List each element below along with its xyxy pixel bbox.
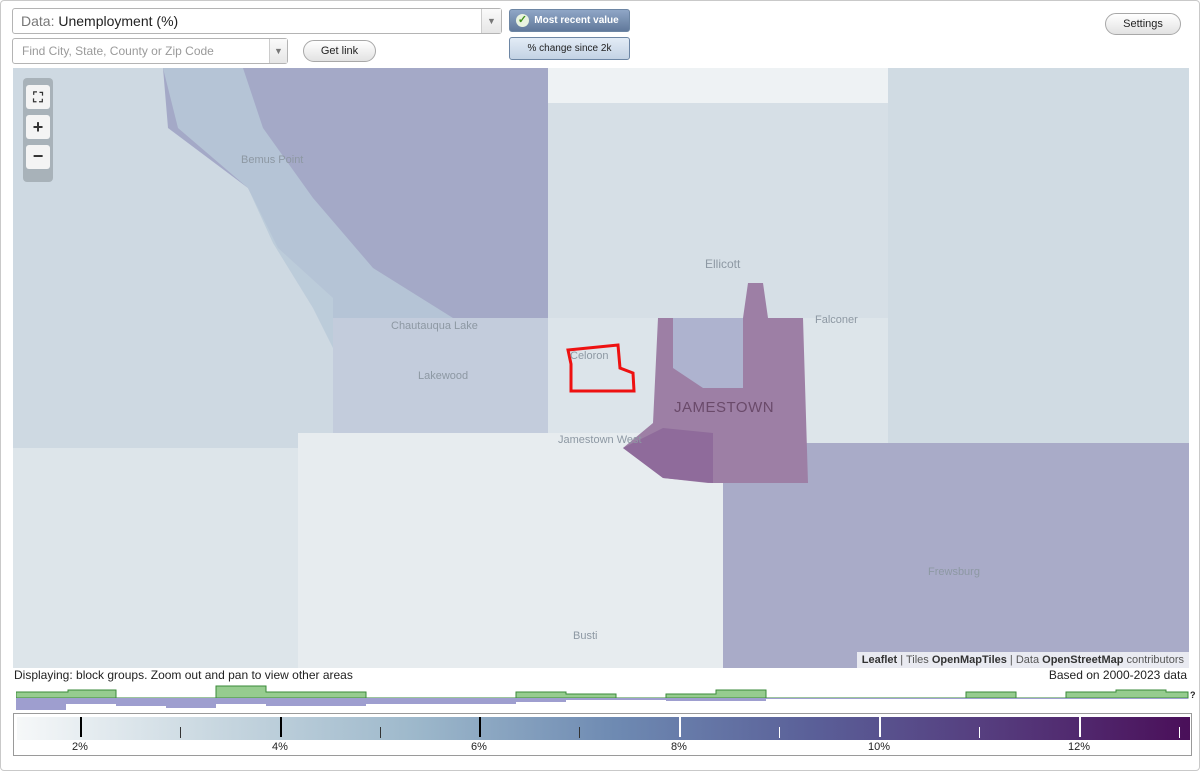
map-canvas[interactable] xyxy=(13,68,1189,668)
place-label: Lakewood xyxy=(418,370,469,382)
legend-label: 8% xyxy=(671,741,687,753)
chevron-down-icon[interactable]: ▼ xyxy=(269,39,287,63)
region-northeast-strip[interactable] xyxy=(548,68,888,103)
most-recent-value-button[interactable]: ✓ Most recent value xyxy=(509,9,630,32)
chevron-down-icon[interactable]: ▼ xyxy=(481,9,501,33)
place-label: Ellicott xyxy=(705,257,741,271)
unknown-marker: ? xyxy=(1190,690,1196,700)
legend-label: 4% xyxy=(272,741,288,753)
get-link-button[interactable]: Get link xyxy=(303,40,376,62)
place-label: Busti xyxy=(573,630,598,642)
data-select-label: Data: xyxy=(21,13,55,29)
region-celoron[interactable] xyxy=(548,318,658,433)
legend-tick xyxy=(479,717,481,737)
place-label: Celoron xyxy=(570,350,609,362)
change-since-2k-button[interactable]: % change since 2k xyxy=(509,37,630,60)
place-label: Bemus Point xyxy=(241,154,304,166)
legend-tick xyxy=(280,717,282,737)
data-range-status: Based on 2000-2023 data xyxy=(1048,668,1187,682)
legend-tick-minor xyxy=(1179,727,1180,738)
region-east[interactable] xyxy=(888,68,1189,443)
zoom-in-button[interactable]: + xyxy=(26,115,50,139)
fullscreen-button[interactable]: ⛶ xyxy=(26,85,50,109)
color-legend: 2% 4% 6% 8% 10% 12% xyxy=(13,713,1192,756)
place-label: Frewsburg xyxy=(928,566,980,578)
place-label: Falconer xyxy=(815,314,858,326)
map-view[interactable]: ⛶ + − Ellicott Falconer Celoron Lakewood… xyxy=(13,68,1189,668)
legend-tick xyxy=(80,717,82,737)
distribution-histogram xyxy=(16,685,1189,710)
legend-tick-minor xyxy=(380,727,381,738)
map-attribution: Leaflet | Tiles OpenMapTiles | Data Open… xyxy=(856,652,1189,668)
openmaptiles-link[interactable]: OpenMapTiles xyxy=(932,654,1007,666)
legend-tick-minor xyxy=(579,727,580,738)
histogram-local-bars xyxy=(16,698,1188,710)
app-frame: Data: Unemployment (%) ▼ Find City, Stat… xyxy=(0,0,1200,771)
search-placeholder: Find City, State, County or Zip Code xyxy=(22,44,214,58)
displaying-status: Displaying: block groups. Zoom out and p… xyxy=(14,668,353,682)
legend-label: 2% xyxy=(72,741,88,753)
location-search-input[interactable]: Find City, State, County or Zip Code ▼ xyxy=(12,38,288,64)
legend-gradient xyxy=(17,717,1190,740)
leaflet-link[interactable]: Leaflet xyxy=(862,654,897,666)
legend-label: 12% xyxy=(1067,741,1091,753)
place-label: Chautauqua Lake xyxy=(391,320,478,332)
zoom-controls: ⛶ + − xyxy=(23,78,53,182)
legend-label: 10% xyxy=(867,741,891,753)
legend-tick xyxy=(1079,717,1081,737)
legend-tick xyxy=(679,717,681,737)
histogram-region-bars xyxy=(16,685,1189,699)
legend-label: 6% xyxy=(471,741,487,753)
settings-button[interactable]: Settings xyxy=(1105,13,1181,35)
check-icon: ✓ xyxy=(516,14,529,27)
place-label: Jamestown West xyxy=(558,434,642,446)
most-recent-label: Most recent value xyxy=(534,15,619,26)
legend-tick-minor xyxy=(180,727,181,738)
zoom-out-button[interactable]: − xyxy=(26,145,50,169)
openstreetmap-link[interactable]: OpenStreetMap xyxy=(1042,654,1123,666)
region-northeast[interactable] xyxy=(548,68,888,318)
legend-tick-minor xyxy=(779,727,780,738)
data-select-value: Unemployment (%) xyxy=(58,13,179,29)
data-select[interactable]: Data: Unemployment (%) ▼ xyxy=(12,8,502,34)
legend-tick xyxy=(879,717,881,737)
legend-tick-minor xyxy=(979,727,980,738)
place-label-city: JAMESTOWN xyxy=(674,399,775,416)
